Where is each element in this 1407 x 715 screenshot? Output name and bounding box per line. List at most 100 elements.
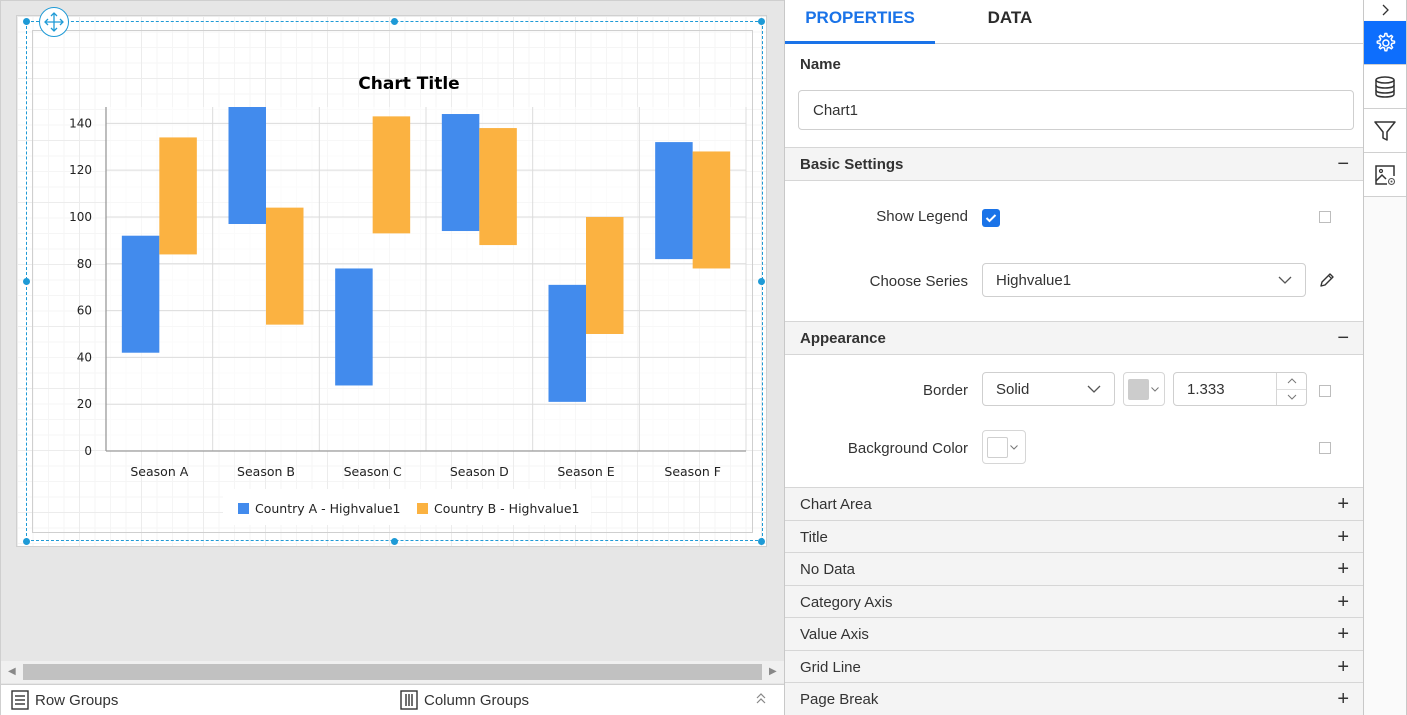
expand-icon[interactable]: + (1337, 494, 1349, 514)
y-tick-label: 80 (77, 257, 92, 271)
x-tick-label: Season D (450, 464, 509, 479)
scrollbar-thumb[interactable] (23, 664, 762, 680)
background-color-expression-checkbox[interactable] (1319, 442, 1331, 454)
x-tick-label: Season E (557, 464, 614, 479)
section-title-settings[interactable]: Title + (785, 520, 1363, 554)
range-bar (548, 284, 586, 402)
name-label: Name (800, 56, 841, 73)
tab-data[interactable]: DATA (935, 0, 1085, 44)
choose-series-dropdown[interactable]: Highvalue1 (982, 263, 1306, 297)
y-tick-label: 0 (84, 444, 92, 458)
rail-data-button[interactable] (1364, 65, 1406, 109)
increment-button[interactable] (1277, 373, 1306, 390)
move-handle[interactable] (39, 7, 69, 37)
rail-properties-button[interactable] (1364, 21, 1406, 65)
border-expression-checkbox[interactable] (1319, 385, 1331, 397)
range-bar (441, 114, 480, 232)
chevron-up-icon (1287, 378, 1296, 384)
chevron-down-icon (1010, 444, 1018, 450)
section-title: Grid Line (800, 658, 861, 676)
column-groups-button[interactable]: Column Groups (400, 690, 529, 710)
range-bar (159, 137, 197, 255)
image-settings-icon (1375, 164, 1396, 185)
background-color-label: Background Color (847, 440, 968, 457)
background-color-swatch (987, 436, 1008, 458)
section-title: Basic Settings (800, 155, 904, 173)
y-tick-label: 140 (69, 116, 92, 130)
section-chart-area[interactable]: Chart Area + (785, 487, 1363, 521)
border-style-dropdown[interactable]: Solid (982, 372, 1115, 406)
column-groups-label: Column Groups (424, 691, 530, 709)
section-no-data[interactable]: No Data + (785, 552, 1363, 586)
range-bar (586, 216, 624, 334)
show-legend-expression-checkbox[interactable] (1319, 211, 1331, 223)
chevron-right-icon (1382, 4, 1389, 16)
expand-icon[interactable]: + (1337, 657, 1349, 677)
tab-properties[interactable]: PROPERTIES (785, 0, 935, 44)
choose-series-value: Highvalue1 (996, 271, 1072, 289)
chart: Chart Title 0 20 40 60 80 100 120 140 Season A Sea… (69, 74, 747, 525)
name-input[interactable] (798, 90, 1354, 130)
side-rail (1364, 0, 1407, 715)
expand-icon[interactable]: + (1337, 689, 1349, 709)
section-basic-settings[interactable]: Basic Settings − (785, 147, 1363, 181)
panel-tabs: PROPERTIES DATA (785, 0, 1363, 44)
range-bar (335, 268, 373, 386)
checkmark-icon (985, 214, 997, 223)
edit-series-button[interactable] (1318, 271, 1336, 294)
rail-filter-button[interactable] (1364, 109, 1406, 153)
section-title: Category Axis (800, 593, 893, 611)
expand-icon[interactable]: + (1337, 559, 1349, 579)
expand-groups-button[interactable] (755, 691, 767, 712)
chart-report-item[interactable]: Chart Title 0 20 40 60 80 100 120 140 Season A Sea… (32, 30, 753, 533)
border-width-stepper[interactable]: 1.333 (1173, 372, 1307, 406)
border-width-value[interactable]: 1.333 (1174, 381, 1276, 398)
range-bar (479, 128, 517, 246)
range-bar (655, 142, 693, 260)
groups-bar: Row Groups Column Groups (1, 684, 784, 715)
range-bar (372, 116, 411, 234)
section-title: Chart Area (800, 495, 872, 513)
range-bar (692, 151, 731, 269)
show-legend-checkbox[interactable] (982, 209, 1000, 227)
choose-series-label: Choose Series (869, 273, 968, 290)
decrement-button[interactable] (1277, 390, 1306, 406)
collapse-panel-button[interactable] (1364, 0, 1406, 20)
row-groups-icon (11, 690, 29, 710)
chevron-down-icon (1151, 386, 1159, 392)
collapse-icon[interactable]: − (1337, 154, 1349, 174)
rail-image-settings-button[interactable] (1364, 153, 1406, 197)
expand-icon[interactable]: + (1337, 527, 1349, 547)
section-category-axis[interactable]: Category Axis + (785, 585, 1363, 619)
caret-right-icon[interactable]: ▶ (769, 666, 777, 677)
x-tick-label: Season F (664, 464, 721, 479)
section-page-break[interactable]: Page Break + (785, 682, 1363, 715)
y-tick-label: 20 (77, 397, 92, 411)
filter-icon (1374, 120, 1396, 141)
horizontal-scrollbar[interactable]: ◀ ▶ (1, 661, 784, 683)
y-tick-label: 40 (77, 350, 92, 364)
background-color-picker[interactable] (982, 430, 1026, 464)
y-tick-label: 60 (77, 304, 92, 318)
row-groups-label: Row Groups (35, 691, 119, 709)
expand-icon[interactable]: + (1337, 624, 1349, 644)
caret-left-icon[interactable]: ◀ (8, 666, 16, 677)
y-tick-label: 100 (69, 210, 92, 224)
legend-label: Country A - Highvalue1 (255, 501, 400, 516)
stepper-buttons (1276, 373, 1306, 405)
chevron-down-icon (1087, 385, 1101, 393)
chart-title: Chart Title (358, 74, 459, 94)
section-title: Value Axis (800, 625, 869, 643)
properties-panel: PROPERTIES DATA Name Basic Settings − Sh… (784, 0, 1364, 715)
range-bar (121, 235, 160, 353)
section-appearance[interactable]: Appearance − (785, 321, 1363, 355)
section-grid-line[interactable]: Grid Line + (785, 650, 1363, 684)
expand-icon[interactable]: + (1337, 592, 1349, 612)
row-groups-button[interactable]: Row Groups (11, 690, 118, 710)
range-bar (266, 207, 304, 325)
section-value-axis[interactable]: Value Axis + (785, 617, 1363, 651)
report-body[interactable]: Chart Title 0 20 40 60 80 100 120 140 Season A Sea… (16, 7, 767, 547)
section-title: Page Break (800, 690, 879, 708)
border-color-picker[interactable] (1123, 372, 1165, 406)
collapse-icon[interactable]: − (1337, 328, 1349, 348)
